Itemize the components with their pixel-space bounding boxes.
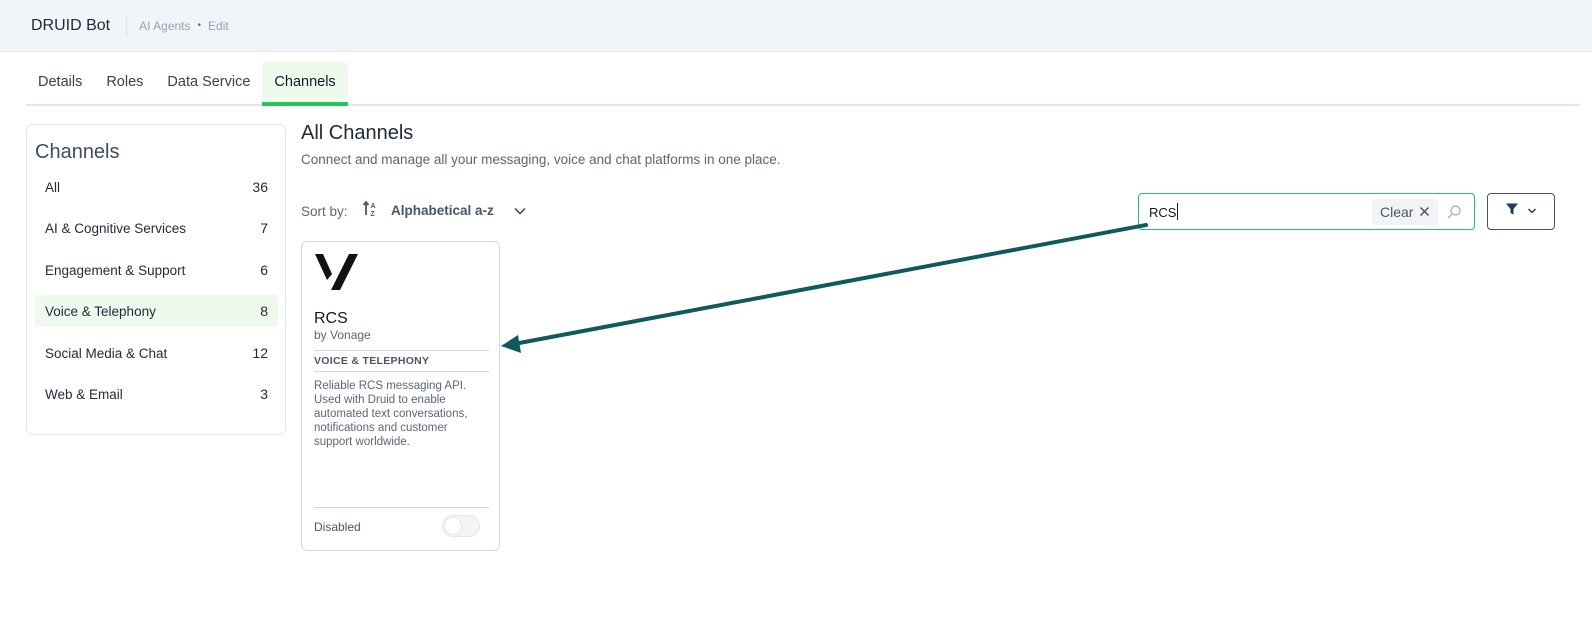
sidebar-item-label: All [45, 179, 61, 195]
sort-ascending-icon[interactable]: A Z [362, 200, 380, 221]
card-divider [314, 507, 489, 508]
search-box: Clear [1138, 193, 1475, 230]
card-divider [314, 350, 489, 351]
card-status-label: Disabled [314, 520, 361, 534]
chevron-down-icon [1527, 203, 1537, 221]
sidebar-title: Channels [35, 141, 120, 163]
sidebar-item-all[interactable]: All 36 [35, 171, 278, 203]
channel-enable-toggle[interactable] [442, 515, 480, 537]
svg-text:Z: Z [371, 211, 376, 218]
sidebar-item-ai-cognitive[interactable]: AI & Cognitive Services 7 [35, 212, 278, 244]
sidebar-item-label: Web & Email [45, 386, 123, 402]
close-icon [1419, 205, 1430, 220]
sidebar-item-web-email[interactable]: Web & Email 3 [35, 378, 278, 410]
filter-icon [1505, 202, 1519, 221]
tab-bar: Details Roles Data Service Channels [26, 52, 1580, 106]
search-icon[interactable] [1446, 204, 1462, 225]
sort-dropdown[interactable]: Alphabetical a-z [391, 203, 494, 218]
card-divider [314, 371, 489, 372]
sidebar-item-engagement-support[interactable]: Engagement & Support 6 [35, 254, 278, 286]
tab-roles[interactable]: Roles [94, 62, 155, 106]
sidebar-item-count: 6 [260, 262, 268, 278]
sidebar-item-count: 36 [252, 179, 268, 195]
app-title: DRUID Bot [31, 16, 111, 34]
sort-label: Sort by: [301, 204, 348, 219]
breadcrumb-ai-agents[interactable]: AI Agents [139, 19, 190, 33]
tab-details[interactable]: Details [26, 62, 94, 106]
sidebar-item-count: 7 [260, 220, 268, 236]
sidebar-item-voice-telephony[interactable]: Voice & Telephony 8 [35, 295, 278, 327]
sidebar-item-label: AI & Cognitive Services [45, 220, 187, 236]
tab-channels[interactable]: Channels [262, 62, 348, 106]
sidebar-item-count: 12 [252, 345, 268, 361]
search-input[interactable] [1149, 202, 1359, 222]
breadcrumb-separator: • [197, 20, 202, 31]
card-title: RCS [314, 310, 348, 327]
header-divider [126, 14, 128, 37]
breadcrumb-edit: Edit [208, 18, 229, 33]
svg-text:A: A [371, 203, 376, 210]
page-title: All Channels [301, 122, 414, 144]
card-vendor: by Vonage [314, 328, 371, 342]
sidebar-item-social-media-chat[interactable]: Social Media & Chat 12 [35, 337, 278, 369]
card-category: VOICE & TELEPHONY [314, 355, 430, 367]
page-subtitle: Connect and manage all your messaging, v… [301, 152, 781, 167]
sidebar-item-label: Engagement & Support [45, 262, 186, 278]
text-caret [1177, 203, 1178, 220]
channels-sidebar: Channels All 36 AI & Cognitive Services … [26, 124, 286, 435]
tab-data-service[interactable]: Data Service [155, 62, 262, 106]
sidebar-item-label: Social Media & Chat [45, 345, 168, 361]
channel-card-rcs[interactable]: RCS by Vonage VOICE & TELEPHONY Reliable… [301, 241, 500, 551]
sidebar-item-label: Voice & Telephony [45, 303, 156, 319]
sidebar-item-count: 8 [260, 303, 268, 319]
clear-search-button[interactable]: Clear [1372, 199, 1439, 225]
filter-button[interactable] [1487, 193, 1555, 230]
chevron-down-icon[interactable] [513, 204, 527, 223]
toggle-knob [445, 518, 461, 534]
vonage-logo-icon [314, 252, 360, 297]
sidebar-item-count: 3 [260, 386, 268, 402]
clear-label: Clear [1380, 204, 1414, 220]
card-description: Reliable RCS messaging API. Used with Dr… [314, 380, 468, 448]
top-bar: DRUID Bot AI Agents • Edit [0, 0, 1592, 52]
